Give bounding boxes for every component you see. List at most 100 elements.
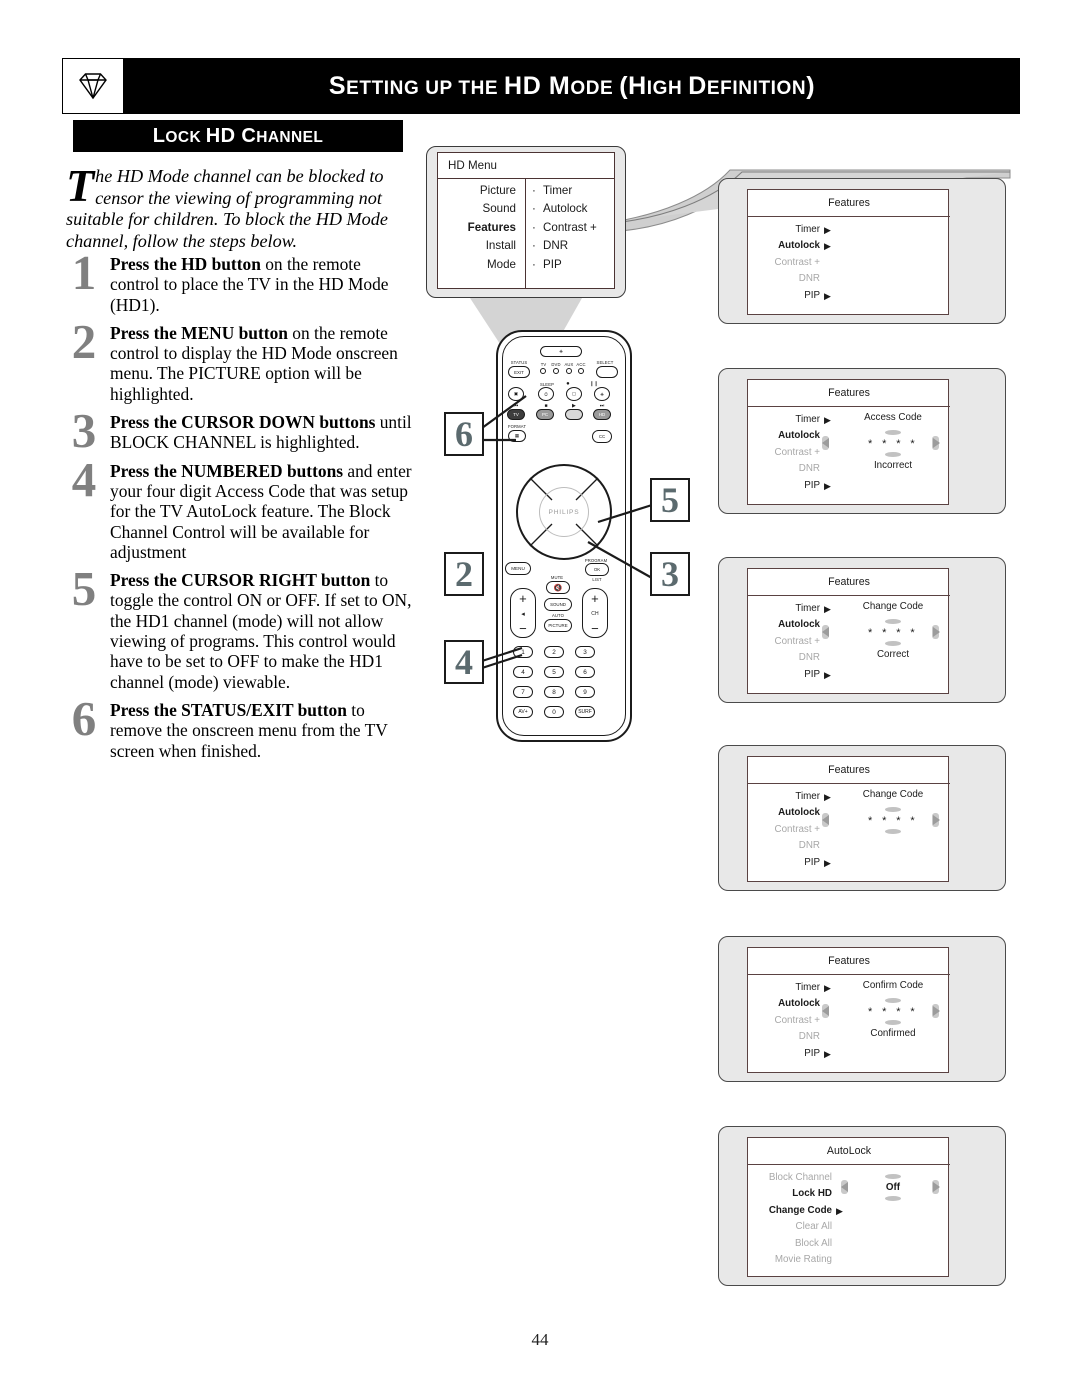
menu-button[interactable]: MENU — [505, 562, 531, 575]
hd-submenu-item-pip[interactable]: PIP — [532, 256, 612, 274]
diamond-gem-icon — [62, 58, 124, 114]
osd-item[interactable]: DNR — [748, 838, 820, 854]
source-dot-dvd[interactable] — [553, 368, 559, 374]
chevron-right-icon: ▶ — [824, 604, 831, 614]
cc-button[interactable]: CC — [592, 430, 612, 443]
osd-menu-column: Timer Autolock Contrast + DNR PIP — [748, 789, 820, 871]
cursor-right-icon — [933, 438, 940, 448]
source-dot-tv[interactable] — [540, 368, 546, 374]
auto-label: AUTO — [552, 613, 564, 618]
osd-item-clear-all[interactable]: Clear All — [748, 1219, 832, 1235]
digit-2-button[interactable]: 2 — [544, 646, 564, 658]
osd-item-change-code[interactable]: Change Code — [748, 1203, 832, 1219]
pause-label: ❙❙ — [589, 381, 599, 387]
hd-submenu-item-contrast[interactable]: Contrast + — [532, 219, 612, 237]
osd-item[interactable]: Contrast + — [748, 255, 820, 271]
digit-7-button[interactable]: 7 — [513, 686, 533, 698]
select-button[interactable] — [596, 366, 618, 378]
osd-item-lock-hd[interactable]: Lock HD — [748, 1186, 832, 1202]
osd-item[interactable]: Contrast + — [748, 822, 820, 838]
osd-item[interactable]: DNR — [748, 461, 820, 477]
status-exit-button[interactable]: ▣ — [508, 387, 524, 401]
av-button[interactable]: AV+ — [513, 706, 533, 718]
ok-button[interactable]: OK — [585, 563, 609, 576]
hd-submenu-item-dnr[interactable]: DNR — [532, 237, 612, 255]
osd-item[interactable]: Contrast + — [748, 634, 820, 650]
volume-up-icon: + — [519, 591, 527, 606]
hd-menu-right-column: Timer Autolock Contrast + DNR PIP — [532, 182, 612, 274]
step-bold: Press the HD button — [110, 254, 261, 274]
osd-menu-column: Timer Autolock Contrast + DNR PIP — [748, 222, 820, 304]
osd-item[interactable]: PIP — [748, 288, 820, 304]
osd-item[interactable]: Timer — [748, 222, 820, 238]
surf-button[interactable]: SURF — [575, 706, 595, 718]
osd-item[interactable]: Autolock — [748, 238, 820, 254]
osd-title: Features — [828, 387, 870, 399]
osd-item[interactable]: PIP — [748, 667, 820, 683]
osd-item[interactable]: PIP — [748, 478, 820, 494]
step-number: 4 — [71, 451, 97, 507]
osd-item[interactable]: Timer — [748, 412, 820, 428]
osd-screen: Features Timer Autolock Contrast + DNR P… — [747, 568, 950, 694]
osd-title: Features — [828, 197, 870, 209]
osd-item[interactable]: Contrast + — [748, 1013, 820, 1029]
digit-5-button[interactable]: 5 — [544, 666, 564, 678]
osd-item[interactable]: DNR — [748, 650, 820, 666]
hd-menu-item-install[interactable]: Install — [440, 237, 516, 255]
dvd-device-button[interactable] — [565, 409, 583, 420]
osd-item[interactable]: Autolock — [748, 428, 820, 444]
digit-0-button[interactable]: 0 — [544, 706, 564, 718]
osd-screen: Features Timer Autolock Contrast + DNR P… — [747, 756, 950, 882]
hd-menu-item-mode[interactable]: Mode — [440, 256, 516, 274]
hd-device-button[interactable]: HD — [593, 409, 611, 420]
osd-item[interactable]: Timer — [748, 789, 820, 805]
digit-6-button[interactable]: 6 — [575, 666, 595, 678]
hd-submenu-item-autolock[interactable]: Autolock — [532, 200, 612, 218]
source-dot-aux[interactable] — [566, 368, 572, 374]
osd-item-movie-rating[interactable]: Movie Rating — [748, 1252, 832, 1268]
hd-menu-item-picture[interactable]: Picture — [440, 182, 516, 200]
osd-screen: Features Timer Autolock Contrast + DNR P… — [747, 947, 950, 1073]
step-text: Press the NUMBERED buttons and enter you… — [110, 461, 414, 562]
hd-submenu-item-timer[interactable]: Timer — [532, 182, 612, 200]
select-label: SELECT — [596, 360, 614, 365]
picture-button[interactable]: PICTURE — [544, 619, 572, 632]
hd-menu-item-sound[interactable]: Sound — [440, 200, 516, 218]
osd-item[interactable]: Timer — [748, 980, 820, 996]
mute-button[interactable]: 🔇 — [546, 581, 570, 594]
digit-8-button[interactable]: 8 — [544, 686, 564, 698]
tv-device-button[interactable]: TV — [507, 409, 525, 420]
osd-item[interactable]: Contrast + — [748, 445, 820, 461]
osd-item[interactable]: DNR — [748, 271, 820, 287]
source-dot-acc[interactable] — [578, 368, 584, 374]
osd-control-status: Correct — [876, 649, 910, 660]
osd-panel: Features Timer Autolock Contrast + DNR P… — [718, 368, 1006, 514]
sleep-button[interactable]: ⏱ — [538, 387, 554, 401]
record-button[interactable]: ▢ — [566, 387, 582, 401]
standby-button[interactable]: ⎈ — [594, 387, 610, 401]
digit-4-button[interactable]: 4 — [513, 666, 533, 678]
pc-device-button[interactable]: PC — [536, 409, 554, 420]
osd-item[interactable]: Autolock — [748, 805, 820, 821]
channel-up-icon: + — [591, 591, 599, 606]
osd-item[interactable]: PIP — [748, 1046, 820, 1062]
cursor-down-icon — [885, 1196, 901, 1201]
sound-button[interactable]: SOUND — [544, 598, 572, 611]
digit-1-button[interactable]: 1 — [513, 646, 533, 658]
osd-control-status: Incorrect — [873, 460, 913, 471]
osd-item[interactable]: DNR — [748, 1029, 820, 1045]
osd-item[interactable]: Timer — [748, 601, 820, 617]
exit-button[interactable]: EXIT — [508, 366, 530, 378]
digit-3-button[interactable]: 3 — [575, 646, 595, 658]
osd-item-block-all[interactable]: Block All — [748, 1236, 832, 1252]
osd-item[interactable]: PIP — [748, 855, 820, 871]
osd-item-block-channel[interactable]: Block Channel — [748, 1170, 832, 1186]
digit-9-button[interactable]: 9 — [575, 686, 595, 698]
power-button[interactable]: ⎈ — [540, 346, 582, 357]
cursor-right-icon — [933, 627, 940, 637]
osd-item[interactable]: Autolock — [748, 996, 820, 1012]
hd-menu-item-features[interactable]: Features — [440, 219, 516, 237]
steps-list: 1 Press the HD button on the remote cont… — [66, 248, 414, 769]
osd-item[interactable]: Autolock — [748, 617, 820, 633]
format-button[interactable]: ▦ — [508, 430, 526, 442]
